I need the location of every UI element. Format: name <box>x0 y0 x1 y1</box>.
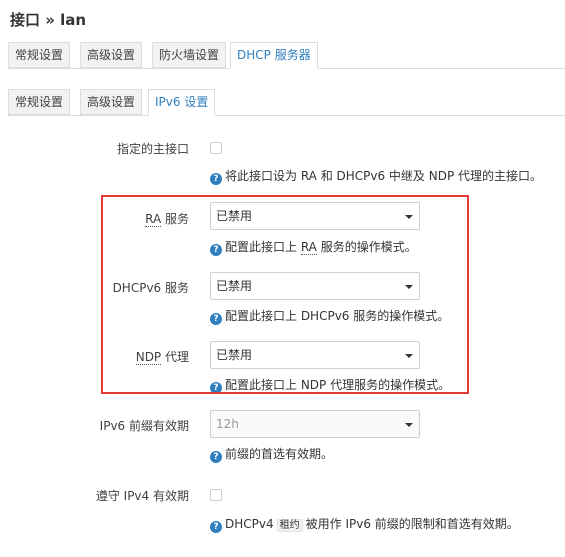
tab-general-settings[interactable]: 常规设置 <box>8 42 71 68</box>
sub-tab-bar: 常规设置 高级设置 IPv6 设置 <box>8 89 565 116</box>
master-interface-checkbox[interactable] <box>210 142 222 154</box>
subtab-ipv6-settings[interactable]: IPv6 设置 <box>148 89 216 116</box>
honor-ipv4-lifetime-label: 遵守 IPv4 有效期 <box>95 489 189 503</box>
lease-tag: 租约 <box>276 519 303 532</box>
help-circle-icon: ? <box>210 451 222 463</box>
chevron-down-icon <box>405 423 413 427</box>
help-circle-icon: ? <box>210 173 222 185</box>
tab-advanced-settings[interactable]: 高级设置 <box>80 42 143 68</box>
prefix-lifetime-select[interactable]: 12h <box>210 410 420 438</box>
main-tab-bar: 常规设置 高级设置 防火墙设置 DHCP 服务器 <box>8 42 565 69</box>
master-interface-help: ? 将此接口设为 RA 和 DHCPv6 中继及 NDP 代理的主接口。 <box>210 167 542 185</box>
help-circle-icon: ? <box>210 521 222 533</box>
highlight-box <box>101 195 469 394</box>
master-interface-label: 指定的主接口 <box>116 142 189 156</box>
prefix-lifetime-help: ? 前缀的首选有效期。 <box>210 445 333 463</box>
tab-dhcp-server[interactable]: DHCP 服务器 <box>230 42 318 69</box>
tab-firewall-settings[interactable]: 防火墙设置 <box>152 42 227 68</box>
honor-ipv4-lifetime-checkbox[interactable] <box>210 489 222 501</box>
subtab-general-settings[interactable]: 常规设置 <box>8 89 71 115</box>
page-title: 接口 » lan <box>10 11 87 29</box>
honor-ipv4-lifetime-help: ? DHCPv4 租约 被用作 IPv6 前缀的限制和首选有效期。 <box>210 515 519 533</box>
prefix-lifetime-label: IPv6 前缀有效期 <box>99 419 189 433</box>
subtab-advanced-settings[interactable]: 高级设置 <box>80 89 143 115</box>
